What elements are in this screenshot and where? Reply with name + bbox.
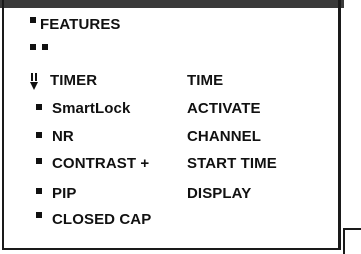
menu-title: FEATURES — [40, 16, 121, 33]
menu-item-smartlock[interactable]: SmartLock — [52, 100, 130, 118]
bullet-icon — [36, 132, 42, 138]
menu-item-timer[interactable]: TIMER — [50, 72, 97, 90]
menu-item-contrast-plus[interactable]: CONTRAST + — [52, 155, 149, 173]
menu-item-pip[interactable]: PIP — [52, 185, 76, 203]
submenu-item-start-time[interactable]: START TIME — [187, 155, 277, 173]
bullet-icon — [36, 188, 42, 194]
bullet-icon — [36, 104, 42, 110]
corner-bracket — [343, 228, 361, 254]
bullet-icon — [36, 212, 42, 218]
submenu-item-activate[interactable]: ACTIVATE — [187, 100, 261, 118]
level-marker-icon — [30, 44, 36, 50]
level-marker-icon — [42, 44, 48, 50]
bullet-icon — [30, 17, 36, 23]
submenu-item-time[interactable]: TIME — [187, 72, 223, 90]
bullet-icon — [36, 158, 42, 164]
submenu-item-channel[interactable]: CHANNEL — [187, 128, 261, 146]
submenu-item-display[interactable]: DISPLAY — [187, 185, 251, 203]
menu-item-closed-cap[interactable]: CLOSED CAP — [52, 211, 151, 229]
down-arrow-cursor-icon — [30, 73, 38, 90]
menu-item-nr[interactable]: NR — [52, 128, 74, 146]
